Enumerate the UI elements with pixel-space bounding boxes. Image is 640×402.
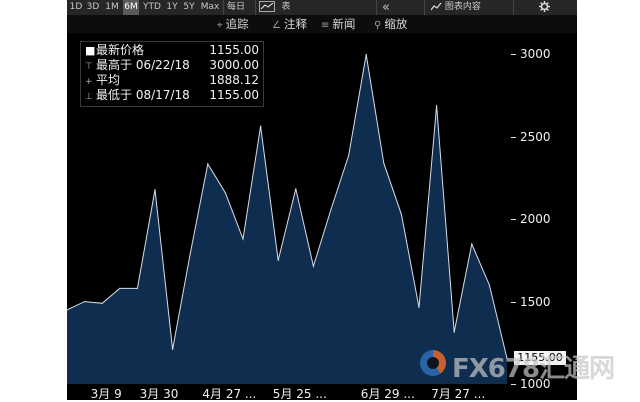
data-point	[400, 213, 402, 215]
average-marker-icon: +	[85, 77, 93, 87]
legend-label: 最低于 08/17/18	[96, 88, 190, 102]
x-tick-label: 5月 25 ...	[272, 387, 327, 401]
data-point	[383, 162, 385, 164]
data-point	[365, 53, 367, 56]
legend-value: 3000.00	[209, 58, 259, 72]
price-legend[interactable]: ■最新价格 1155.00 ⊤ 最高于 06/22/18 3000.00 + 平均 …	[80, 41, 264, 107]
data-point	[84, 301, 86, 303]
legend-label: 最新价格	[96, 43, 145, 57]
crosshair-icon: ⌖	[217, 20, 223, 31]
right-margin	[577, 0, 640, 400]
magnifier-icon: ⚲	[374, 20, 382, 31]
track-button[interactable]: ⌖ 追踪	[217, 15, 249, 33]
y-tick-label: 2500	[520, 129, 551, 144]
x-tick-label: 3月 9	[90, 387, 122, 401]
period-5y-button[interactable]: 5Y	[182, 0, 196, 15]
tools-toolbar: ⌖ 追踪 ∠ 注释 ≡ 新闻 ⚲ 缩放	[67, 15, 577, 33]
y-tick-mark	[511, 219, 516, 221]
chart-content-button[interactable]: 图表内容	[424, 0, 487, 15]
track-label: 追踪	[225, 17, 249, 31]
data-point	[260, 125, 262, 127]
news-icon: ≡	[321, 20, 330, 31]
data-point	[207, 163, 209, 165]
x-tick-label: 4月 27 ...	[202, 387, 257, 401]
x-tick-label: 6月 29 ...	[360, 387, 415, 401]
data-point	[277, 259, 279, 261]
watermark-text: FX678汇通网	[452, 354, 615, 384]
x-tick-label: 7月 27 ...	[431, 387, 486, 401]
line-chart-type-button[interactable]	[255, 0, 278, 15]
watermark-logo: FX678汇通网	[420, 346, 620, 384]
y-tick-mark	[511, 301, 516, 303]
zoom-label: 缩放	[384, 17, 408, 31]
low-marker-icon: ⊥	[85, 92, 93, 102]
period-ytd-button[interactable]: YTD	[142, 0, 162, 15]
annotate-button[interactable]: ∠ 注释	[272, 15, 307, 33]
x-axis: 3月 9 3月 30 4月 27 ... 5月 25 ... 6月 29 ... 7月 2…	[67, 384, 511, 401]
chart-content-icon	[430, 2, 442, 11]
frequency-dropdown[interactable]: 每日▼	[223, 0, 248, 27]
high-marker-icon: ⊤	[85, 62, 93, 72]
y-tick-mark	[511, 54, 516, 56]
legend-label: 最高于 06/22/18	[96, 58, 190, 72]
y-axis: 1155.00 1000 1500 2000 2500 3000	[511, 33, 577, 400]
data-point	[418, 306, 420, 308]
legend-row-high: ⊤ 最高于 06/22/18 3000.00	[85, 58, 259, 72]
legend-row-last-price: ■最新价格 1155.00	[85, 43, 259, 57]
news-button[interactable]: ≡ 新闻	[321, 15, 355, 33]
legend-row-low: ⊥ 最低于 08/17/18 1155.00	[85, 88, 259, 102]
pencil-icon: ∠	[272, 20, 281, 31]
period-1m-button[interactable]: 1M	[104, 0, 120, 15]
period-1d-button[interactable]: 1D	[69, 0, 83, 15]
data-point	[312, 265, 314, 267]
data-point	[488, 284, 490, 286]
legend-value: 1888.12	[209, 73, 259, 87]
period-toolbar: 1D 3D 1M 6M YTD 1Y 5Y Max 每日▼ 表 « 图表内容	[67, 0, 577, 27]
settings-button[interactable]	[513, 0, 574, 15]
data-point	[295, 188, 297, 190]
data-point	[101, 302, 103, 304]
line-chart-icon	[259, 1, 275, 12]
zoom-button[interactable]: ⚲ 缩放	[374, 15, 407, 33]
legend-value: 1155.00	[209, 43, 259, 57]
y-tick-mark	[511, 136, 516, 138]
chart-content-label: 图表内容	[444, 2, 481, 12]
data-point	[453, 331, 455, 333]
period-max-button[interactable]: Max	[199, 0, 221, 15]
data-point	[172, 348, 174, 350]
collapse-icon[interactable]: «	[376, 0, 395, 15]
legend-label: 平均	[96, 73, 121, 87]
data-point	[330, 208, 332, 210]
news-label: 新闻	[332, 17, 356, 31]
data-point	[471, 243, 473, 245]
y-tick-label: 3000	[520, 47, 551, 62]
logo-icon	[420, 350, 446, 376]
legend-row-average: + 平均 1888.12	[85, 73, 259, 87]
data-point	[136, 287, 138, 289]
data-point	[119, 287, 121, 289]
table-view-button[interactable]: 表	[279, 0, 293, 15]
annotate-label: 注释	[283, 17, 307, 31]
legend-value: 1155.00	[209, 88, 259, 102]
data-point	[242, 238, 244, 240]
gear-icon	[538, 1, 550, 12]
data-point	[154, 189, 156, 191]
period-3d-button[interactable]: 3D	[85, 0, 101, 15]
left-margin	[0, 0, 67, 400]
y-tick-label: 2000	[520, 212, 551, 227]
data-point	[348, 155, 350, 157]
data-point	[436, 105, 438, 107]
square-icon: ■	[85, 44, 96, 57]
x-tick-label: 3月 30	[139, 387, 179, 401]
period-6m-button[interactable]: 6M	[123, 0, 139, 15]
data-point	[189, 253, 191, 255]
frequency-label: 每日	[226, 2, 245, 12]
period-1y-button[interactable]: 1Y	[165, 0, 179, 15]
data-point	[224, 192, 226, 194]
y-tick-label: 1500	[520, 294, 551, 309]
